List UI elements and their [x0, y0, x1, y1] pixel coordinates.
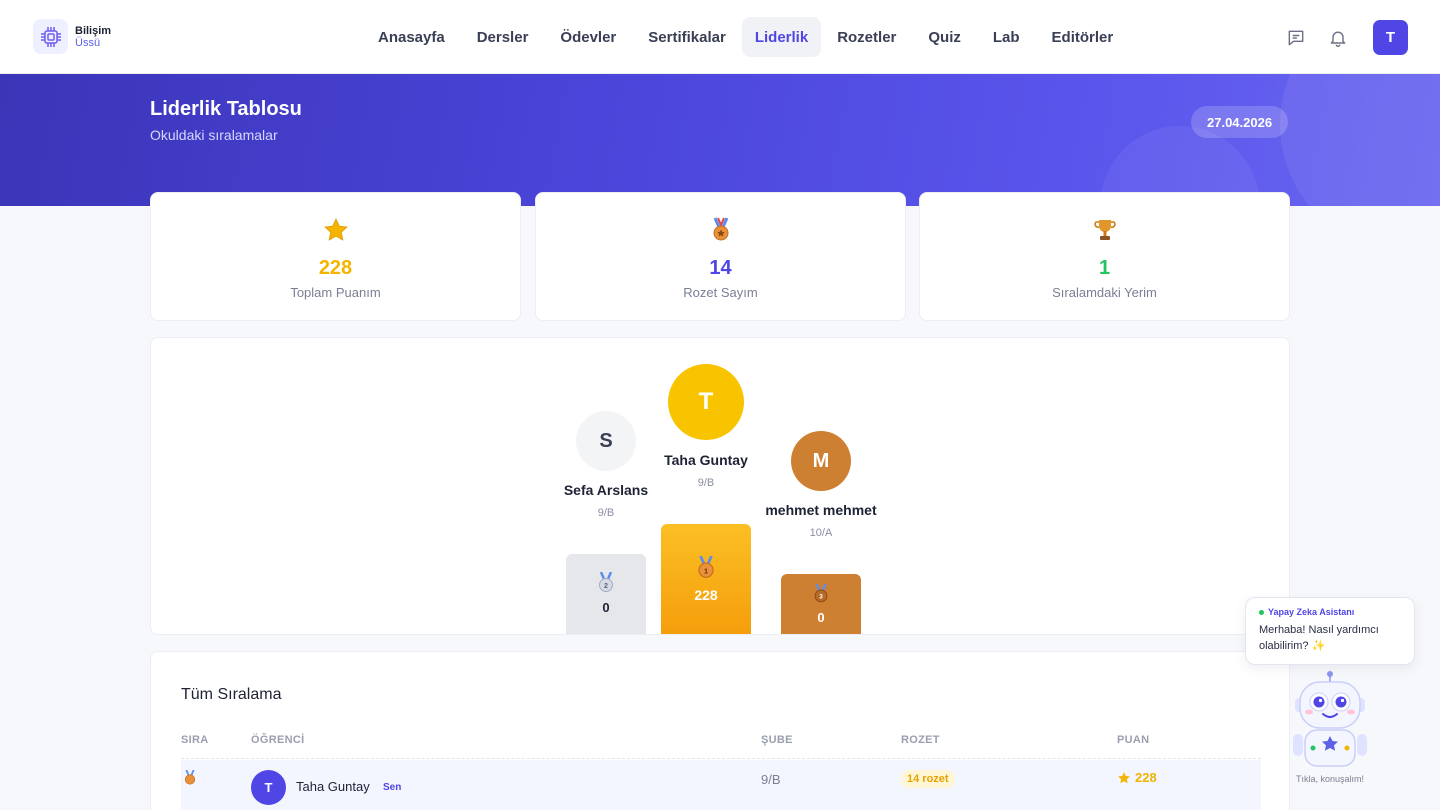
robot-assistant-icon[interactable] — [1285, 670, 1375, 770]
page-subtitle: Okuldaki sıralamalar — [150, 127, 278, 143]
stat-label: Rozet Sayım — [683, 285, 758, 300]
ai-assistant-title: Yapay Zeka Asistanı — [1268, 607, 1355, 617]
podium-first-avatar[interactable]: T — [668, 364, 744, 440]
podium-third-name: mehmet mehmet — [765, 502, 877, 518]
svg-text:3: 3 — [819, 594, 823, 601]
stat-value: 1 — [1098, 257, 1111, 279]
podium-first-class: 9/B — [697, 477, 715, 489]
podium-second-avatar[interactable]: S — [576, 411, 636, 471]
stat-value: 14 — [709, 257, 732, 279]
top-actions: T — [1286, 20, 1408, 55]
medal-icon — [536, 217, 905, 243]
podium-third-avatar[interactable]: M — [791, 431, 851, 491]
user-avatar-button[interactable]: T — [1373, 20, 1408, 55]
ai-assistant-message: Merhaba! Nasıl yardımcı olabilirim? ✨ — [1259, 624, 1379, 652]
stat-label: Toplam Puanım — [290, 285, 381, 300]
podium-second-class: 9/B — [597, 507, 615, 519]
top-navigation-bar: Bilişim Üssü Anasayfa Dersler Ödevler Se… — [0, 0, 1440, 74]
points-cell: 228 — [1117, 770, 1157, 785]
trophy-icon — [920, 217, 1289, 243]
nav-item-lab[interactable]: Lab — [977, 17, 1036, 57]
stat-value: 228 — [318, 257, 353, 279]
brand-name: Bilişim Üssü — [75, 25, 111, 49]
nav-item-liderlik[interactable]: Liderlik — [741, 17, 822, 57]
bronze-medal-icon: 3 — [781, 584, 861, 604]
student-name: Taha Guntay — [296, 779, 370, 794]
silver-medal-icon: 2 — [566, 572, 646, 594]
stat-card-rank-position: 1 Sıralamdaki Yerim — [919, 192, 1290, 321]
nav-item-dersler[interactable]: Dersler — [461, 17, 545, 57]
nav-item-editorler[interactable]: Editörler — [1036, 17, 1130, 57]
gold-medal-icon: 1 — [661, 556, 751, 580]
student-branch: 9/B — [761, 772, 781, 787]
podium-third-bar: 3 0 — [781, 574, 861, 634]
svg-text:1: 1 — [704, 566, 709, 575]
star-icon — [1118, 771, 1130, 783]
header-divider — [181, 758, 1261, 759]
svg-text:2: 2 — [604, 583, 608, 590]
star-icon — [151, 217, 520, 243]
podium-second-score: 0 — [602, 600, 610, 615]
podium-third-score: 0 — [817, 610, 825, 625]
nav-item-odevler[interactable]: Ödevler — [544, 17, 632, 57]
podium-second-bar: 2 0 — [566, 554, 646, 634]
nav-item-rozetler[interactable]: Rozetler — [821, 17, 912, 57]
column-header-student[interactable]: ÖĞRENCİ — [251, 734, 304, 746]
nav-item-anasayfa[interactable]: Anasayfa — [362, 17, 461, 57]
badge-count-pill: 14 rozet — [901, 770, 955, 788]
bell-icon[interactable] — [1328, 28, 1348, 48]
column-header-points[interactable]: PUAN — [1117, 734, 1149, 746]
avatar: T — [251, 770, 286, 805]
ranking-title: Tüm Sıralama — [181, 686, 282, 703]
podium-first-bar: 1 228 — [661, 524, 751, 634]
ai-assistant-bubble[interactable]: Yapay Zeka Asistanı Merhaba! Nasıl yardı… — [1245, 597, 1415, 665]
date-badge: 27.04.2026 — [1191, 106, 1289, 138]
ai-assistant-header: Yapay Zeka Asistanı — [1259, 607, 1401, 617]
table-row[interactable]: T Taha Guntay Sen 9/B 14 rozet 228 — [181, 760, 1261, 810]
podium-third-class: 10/A — [809, 527, 833, 539]
column-header-badge[interactable]: ROZET — [901, 734, 940, 746]
message-icon[interactable] — [1286, 28, 1306, 48]
brand-name-line1: Bilişim — [75, 24, 112, 37]
medal-icon — [183, 769, 197, 791]
online-status-dot — [1259, 609, 1264, 615]
stat-card-total-points: 228 Toplam Puanım — [150, 192, 521, 321]
podium-first-name: Taha Guntay — [664, 452, 748, 468]
brand-name-line2: Üssü — [75, 36, 101, 49]
page-header-banner: Liderlik Tablosu Okuldaki sıralamalar 27… — [0, 74, 1440, 206]
column-header-branch[interactable]: ŞUBE — [761, 734, 793, 746]
points-value: 228 — [1135, 770, 1157, 785]
podium-card: S Sefa Arslans 9/B 2 0 T Taha Guntay 9/B… — [150, 337, 1290, 635]
chip-icon — [33, 19, 68, 54]
nav-item-sertifikalar[interactable]: Sertifikalar — [632, 17, 742, 57]
podium-first-score: 228 — [694, 587, 718, 603]
ai-assistant-caption: Tıkla, konuşalım! — [1295, 774, 1365, 784]
stat-label: Sıralamdaki Yerim — [1052, 285, 1157, 300]
you-tag: Sen — [383, 782, 402, 793]
ranking-table-card: Tüm Sıralama SIRA ÖĞRENCİ ŞUBE ROZET PUA… — [150, 651, 1290, 810]
page-title: Liderlik Tablosu — [150, 98, 302, 120]
stat-card-badge-count: 14 Rozet Sayım — [535, 192, 906, 321]
main-nav: Anasayfa Dersler Ödevler Sertifikalar Li… — [362, 17, 1129, 57]
podium-second-name: Sefa Arslans — [563, 482, 649, 498]
decorative-circle — [1280, 74, 1440, 206]
column-header-rank[interactable]: SIRA — [181, 734, 208, 746]
nav-item-quiz[interactable]: Quiz — [912, 17, 977, 57]
brand-logo[interactable]: Bilişim Üssü — [33, 19, 111, 54]
